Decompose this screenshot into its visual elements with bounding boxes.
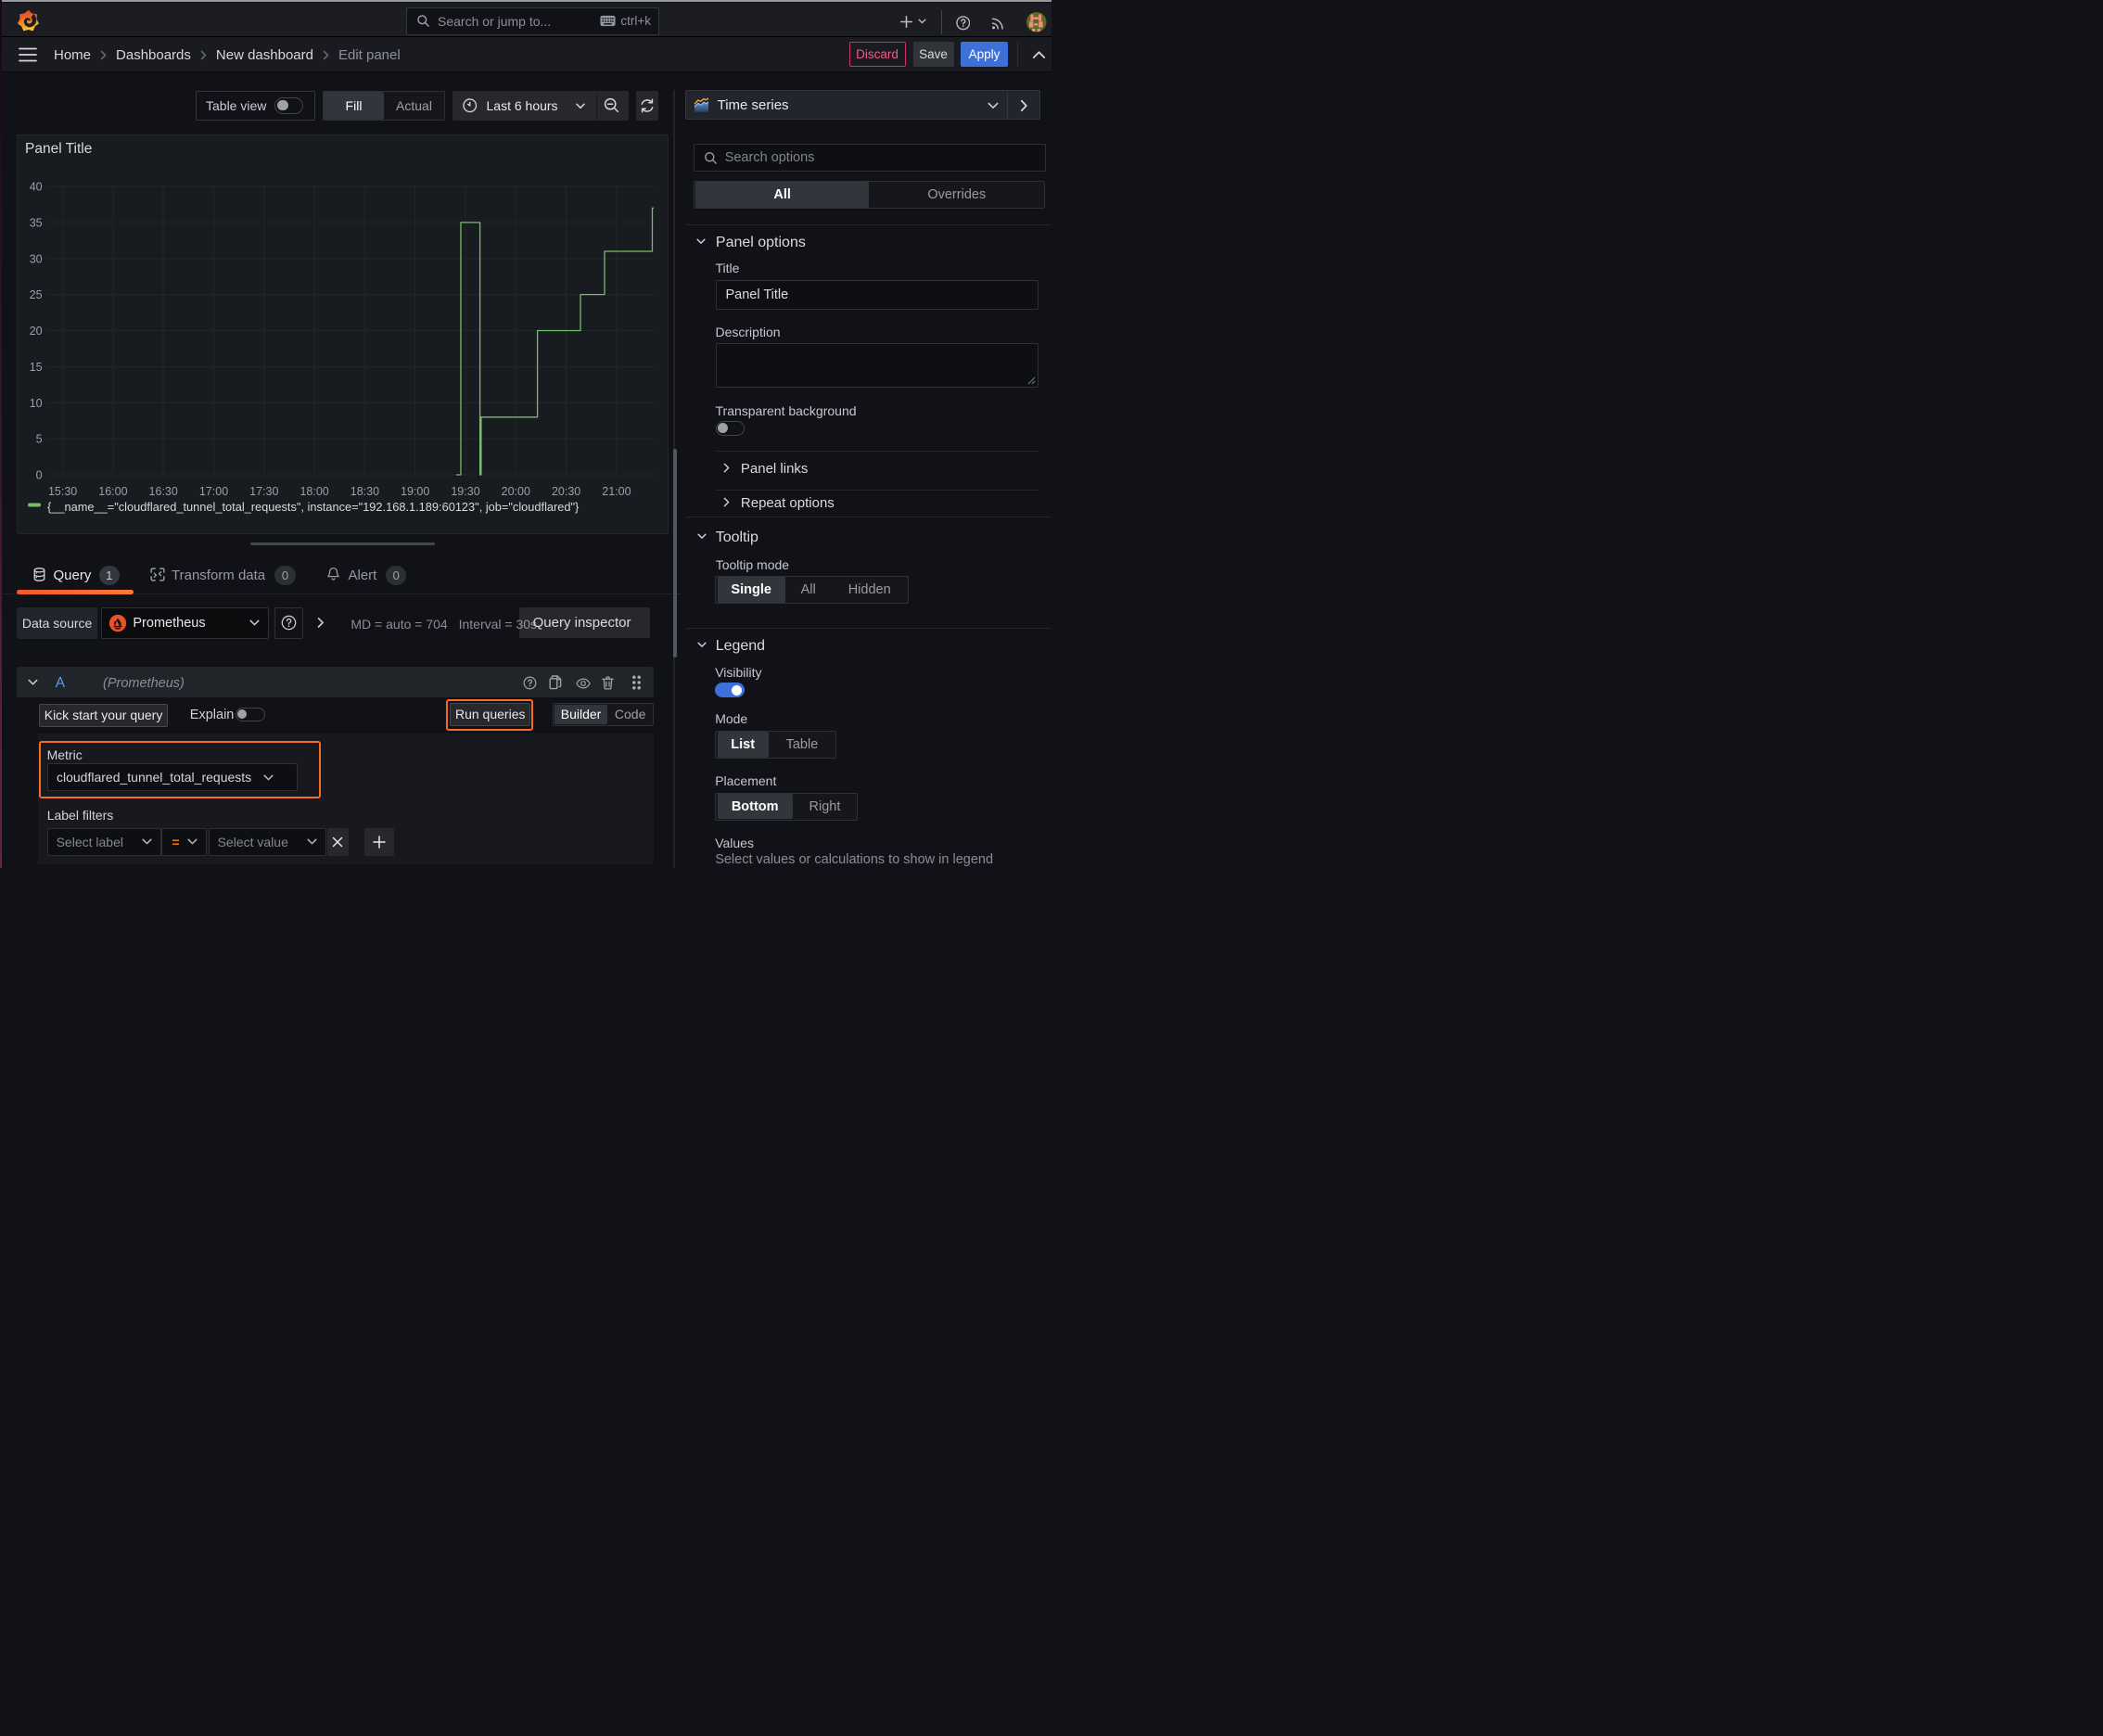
- svg-text:16:30: 16:30: [149, 485, 178, 498]
- svg-text:17:00: 17:00: [199, 485, 228, 498]
- svg-text:0: 0: [36, 468, 43, 481]
- svg-text:21:00: 21:00: [602, 485, 631, 498]
- svg-text:25: 25: [30, 288, 43, 301]
- svg-text:20:30: 20:30: [552, 485, 580, 498]
- svg-text:18:30: 18:30: [350, 485, 379, 498]
- svg-text:18:00: 18:00: [300, 485, 328, 498]
- svg-text:19:00: 19:00: [401, 485, 429, 498]
- svg-text:15:30: 15:30: [48, 485, 77, 498]
- svg-text:15: 15: [30, 360, 43, 373]
- svg-text:10: 10: [30, 396, 43, 409]
- svg-text:5: 5: [36, 432, 43, 445]
- svg-text:19:30: 19:30: [451, 485, 479, 498]
- svg-text:30: 30: [30, 252, 43, 265]
- svg-text:40: 40: [30, 180, 43, 193]
- svg-text:{__name__="cloudflared_tunnel_: {__name__="cloudflared_tunnel_total_requ…: [47, 500, 580, 514]
- svg-text:17:30: 17:30: [249, 485, 278, 498]
- svg-text:20:00: 20:00: [502, 485, 530, 498]
- svg-text:35: 35: [30, 216, 43, 229]
- svg-text:20: 20: [30, 325, 43, 338]
- svg-text:16:00: 16:00: [98, 485, 127, 498]
